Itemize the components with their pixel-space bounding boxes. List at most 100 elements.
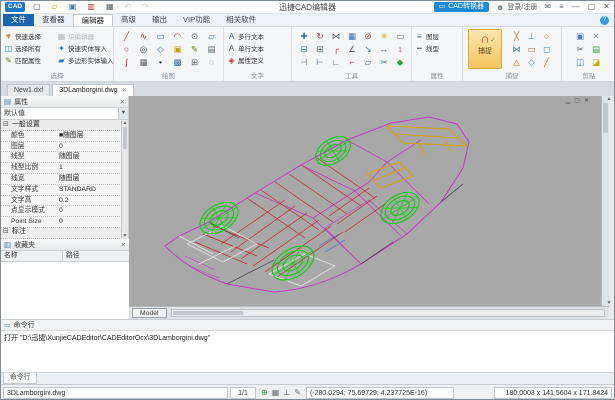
close-panel-icon[interactable]: ✕ — [121, 241, 126, 249]
favorites-list[interactable] — [1, 262, 129, 319]
linetype-button[interactable]: ╍ 线型 — [415, 42, 439, 54]
menu-icon[interactable]: ≡ — [559, 2, 564, 12]
paste-object-icon[interactable]: ⊞ — [312, 43, 328, 56]
property-row[interactable]: 线宽 随图层 — [1, 174, 122, 185]
copy-icon[interactable]: ▣ — [572, 30, 588, 43]
property-row[interactable]: 线型比例 1 — [1, 163, 122, 174]
snap-toggle-button[interactable]: ∩ ✓ 捕捉 — [468, 29, 502, 69]
tab-vip[interactable]: VIP功能 — [175, 14, 218, 26]
property-row[interactable]: 点显示模式 0 — [1, 206, 122, 218]
canvas-vertical-scrollbar[interactable]: ▲ ▼ — [601, 96, 611, 306]
tab-advanced[interactable]: 高级 — [113, 14, 144, 26]
snap-center-icon[interactable]: ○ — [539, 30, 554, 43]
tab-related-software[interactable]: 相关软件 — [218, 14, 264, 26]
doc-tab-lamborgini[interactable]: 3DLamborgini.dwg ✕ — [52, 84, 135, 96]
canvas-horizontal-scrollbar[interactable] — [170, 309, 605, 317]
snap-tangent-icon[interactable]: △ — [509, 56, 524, 69]
ortho-toggle-icon[interactable]: ⊥ — [283, 387, 290, 399]
block-editor-button[interactable]: ▦ 块编辑器 — [57, 30, 114, 42]
mdi-close-icon[interactable]: ✕ — [584, 97, 589, 104]
property-row[interactable]: 文字高 0.2 — [1, 196, 122, 207]
spline-icon[interactable]: ∫ — [118, 56, 135, 69]
section-dimension[interactable]: ⊟ 标注 — [1, 227, 122, 239]
lineweight-toggle-icon[interactable]: ✎ — [294, 387, 301, 399]
drawing-canvas[interactable]: ▁ ▢ ✕ — [129, 96, 601, 306]
properties-scrollbar[interactable]: ▲ ▼ — [121, 120, 128, 239]
minimize-icon[interactable]: — — [572, 2, 580, 12]
command-line-output[interactable]: 打开 "D:\迅捷\XunjieCADEditor\CADEditorOcx\3… — [1, 331, 614, 372]
chevron-down-icon[interactable]: ▼ — [118, 108, 128, 119]
tab-editor[interactable]: 编辑器 — [72, 14, 113, 26]
gradient-icon[interactable]: ▩ — [169, 56, 186, 69]
scale-icon[interactable]: ↕ — [392, 43, 408, 56]
mdi-minimize-icon[interactable]: ▁ — [566, 97, 571, 104]
single-text-button[interactable]: A 单行文本 — [227, 42, 264, 54]
property-row[interactable]: 线型 随图层 — [1, 152, 122, 164]
copy-object-icon[interactable]: ⊟ — [296, 43, 312, 56]
open-folder-icon[interactable]: ▱ — [52, 2, 58, 12]
polyline-icon[interactable]: ∿ — [135, 30, 152, 43]
print-icon[interactable]: ▦ — [106, 2, 114, 12]
mirror-icon[interactable]: ⋈ — [328, 30, 344, 43]
collapse-icon[interactable]: ⊟ — [3, 120, 9, 130]
save-icon[interactable]: ▣ — [69, 2, 77, 12]
properties-selector[interactable]: 默认值 ▼ — [1, 108, 128, 120]
trim-icon[interactable]: ⊣ — [296, 56, 312, 69]
help-icon[interactable]: ? — [600, 15, 609, 25]
match-properties-button[interactable]: ✎ 匹配属性 — [4, 54, 41, 66]
attribute-define-button[interactable]: ◈ 属性定义 — [227, 54, 264, 66]
cad-converter-button[interactable]: ▭ CAD转换器 — [433, 2, 489, 12]
revision-cloud-icon[interactable]: ◌ — [203, 56, 220, 69]
feedback-icon[interactable]: ✉ — [544, 2, 551, 12]
array-icon[interactable]: ▦ — [344, 30, 360, 43]
polygon-icon[interactable]: ◇ — [152, 43, 169, 56]
multiline-text-button[interactable]: A 多行文本 — [227, 30, 264, 42]
break-icon[interactable]: ∟ — [328, 56, 344, 69]
snap-nearest-icon[interactable]: ⋈ — [509, 43, 524, 56]
rectangle-icon[interactable]: ▭ — [152, 30, 169, 43]
model-space-tab[interactable]: Model — [132, 308, 167, 318]
quick-entity-import-button[interactable]: ✦ 快速实体导入 — [57, 42, 114, 54]
tab-file[interactable]: 文件 — [3, 14, 34, 26]
snap-intersection-icon[interactable]: ╳ — [509, 30, 524, 43]
table-icon[interactable]: ▤ — [203, 43, 220, 56]
copy-with-base-icon[interactable]: ◫ — [572, 56, 588, 69]
hatch-icon[interactable]: ▦ — [135, 56, 152, 69]
property-row[interactable]: 颜色 ■随图层 — [1, 131, 122, 142]
snap-parallel-icon[interactable]: ╱ — [539, 56, 554, 69]
redo-icon[interactable]: ↷ — [142, 2, 149, 12]
snap-endpoint-icon[interactable]: ◻ — [539, 43, 554, 56]
join-icon[interactable]: ⌐ — [344, 56, 360, 69]
section-general[interactable]: ⊟ 一般设置 — [1, 120, 122, 131]
paste-icon[interactable]: ▤ — [588, 43, 604, 56]
point-icon[interactable]: • — [152, 56, 169, 69]
measure-icon[interactable]: ✂ — [376, 56, 392, 69]
new-file-icon[interactable]: ▢ — [33, 2, 41, 12]
property-row[interactable]: Point Size 0 — [1, 217, 122, 228]
offset-icon[interactable]: ▭ — [392, 30, 408, 43]
stretch-icon[interactable]: ↘ — [360, 43, 376, 56]
chamfer-icon[interactable]: ∠ — [344, 43, 360, 56]
login-register-button[interactable]: ☻ 登录/注册 — [496, 2, 537, 12]
snap-toggle-icon[interactable]: ⊕ — [261, 387, 268, 399]
grid-toggle-icon[interactable]: ▦ — [272, 387, 280, 399]
scroll-up-icon[interactable]: ▲ — [606, 96, 613, 102]
close-tab-icon[interactable]: ✕ — [122, 85, 127, 96]
polygon-entity-input-button[interactable]: ▰ 多边形实体输入 — [57, 54, 113, 66]
lengthen-icon[interactable]: ↔ — [376, 43, 392, 56]
tab-output[interactable]: 输出 — [144, 14, 175, 26]
command-line-tab[interactable]: 命令行 — [3, 373, 38, 384]
region-icon[interactable]: ⊞ — [186, 56, 203, 69]
quick-select-button[interactable]: ▼ 快速选择 — [4, 30, 41, 42]
rotate-icon[interactable]: ↻ — [312, 30, 328, 43]
snap-perpendicular-icon[interactable]: ⊥ — [524, 30, 539, 43]
property-row[interactable]: 文字样式 STANDARD — [1, 185, 122, 196]
move-icon[interactable]: ✚ — [296, 30, 312, 43]
align-icon[interactable]: ▱ — [360, 56, 376, 69]
collapse-icon[interactable]: ⊟ — [3, 227, 9, 238]
sketch-icon[interactable]: ✎ — [186, 43, 203, 56]
fillet-icon[interactable]: ╭ — [328, 43, 344, 56]
tab-viewer[interactable]: 查看器 — [34, 14, 73, 26]
block-icon[interactable]: ▣ — [169, 43, 186, 56]
close-icon[interactable]: ✕ — [603, 2, 610, 12]
